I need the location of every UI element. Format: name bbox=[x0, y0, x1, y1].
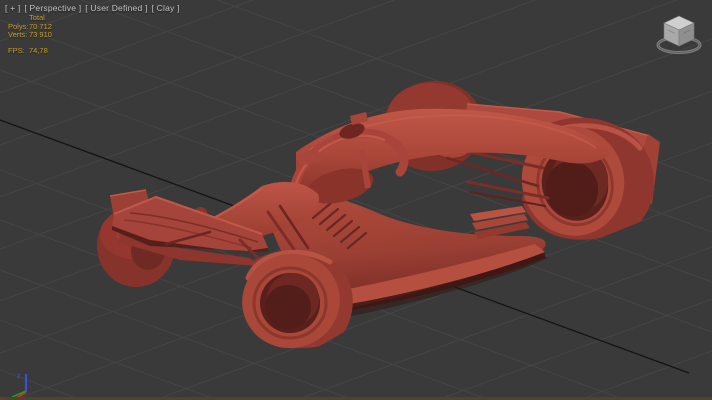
axis-z-label: z bbox=[17, 373, 21, 380]
viewport-label: [ + ] [ Perspective ] [ User Defined ] [… bbox=[5, 3, 180, 13]
stats-verts-label: Verts: bbox=[8, 31, 27, 40]
stats-verts-value: 73 910 bbox=[29, 31, 52, 40]
viewport-user-defined-menu[interactable]: [ User Defined ] bbox=[85, 3, 147, 13]
stats-fps-label: FPS: bbox=[8, 47, 27, 56]
world-axis-icon: z bbox=[12, 373, 26, 399]
viewport-statistics: Total Polys: 70 712 Verts: 73 910 FPS: 7… bbox=[8, 14, 52, 55]
diffuser bbox=[470, 206, 530, 239]
3d-viewport[interactable]: z [ + ] [ Perspective ] [ User Defined ]… bbox=[0, 0, 712, 400]
viewport-pov-menu[interactable]: [ Perspective ] bbox=[24, 3, 81, 13]
viewport-shading-menu[interactable]: [ Clay ] bbox=[152, 3, 180, 13]
viewport-general-menu[interactable]: [ + ] bbox=[5, 3, 20, 13]
viewcube-icon[interactable] bbox=[658, 16, 700, 53]
stats-fps-value: 74,78 bbox=[29, 47, 52, 56]
viewport-scene[interactable]: z bbox=[0, 0, 712, 400]
f1-car-model[interactable] bbox=[97, 74, 660, 359]
